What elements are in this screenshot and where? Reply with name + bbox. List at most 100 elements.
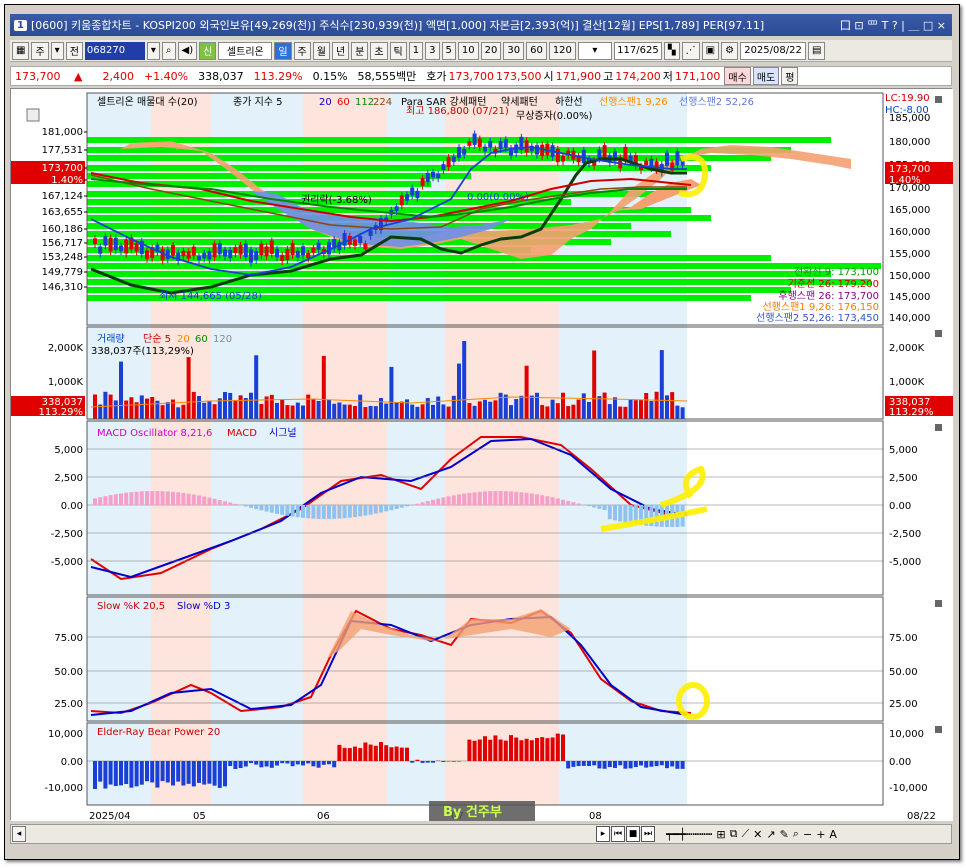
- macd-y-tick: -5,000: [51, 557, 83, 568]
- candle-body: [623, 146, 628, 161]
- stoch-legend-0: Slow %K 20,5: [97, 601, 165, 612]
- minute-1-button[interactable]: 1: [408, 41, 424, 60]
- candle-body: [358, 236, 363, 244]
- title-controls[interactable]: 囗 ⊡ 罒 T ? | ＿ □ ×: [840, 17, 952, 33]
- volume-bar: [316, 400, 321, 419]
- period-week-button[interactable]: 주: [293, 41, 311, 60]
- macd-y-tick-right: 5,000: [889, 445, 918, 456]
- macd-oscillator-bar: [462, 493, 467, 505]
- elder-bar: [238, 761, 243, 769]
- elder-bar: [301, 761, 305, 766]
- macd-oscillator-bar: [555, 498, 560, 505]
- average-button[interactable]: 평: [781, 67, 799, 85]
- macd-oscillator-bar: [540, 495, 545, 505]
- draw-line-icon[interactable]: ⟋: [741, 827, 749, 841]
- period-year-button[interactable]: 년: [331, 41, 350, 60]
- volume-bar: [290, 405, 295, 419]
- mode-stock-button[interactable]: 주: [31, 41, 49, 60]
- layout-icon[interactable]: ⊞: [716, 828, 725, 841]
- period-month-button[interactable]: 월: [312, 41, 330, 60]
- volume-bar: [587, 401, 591, 419]
- elder-bar: [332, 761, 337, 768]
- first-icon[interactable]: ⏮: [611, 826, 625, 842]
- minute-120-button[interactable]: 120: [548, 41, 576, 60]
- elder-bar: [191, 761, 196, 787]
- buy-button[interactable]: 매수: [724, 67, 751, 85]
- minute-3-button[interactable]: 3: [425, 41, 440, 60]
- plus-icon[interactable]: +: [816, 828, 825, 841]
- grid-icon[interactable]: ▦: [12, 41, 30, 60]
- elder-bar: [441, 761, 446, 763]
- save-icon[interactable]: ▣: [701, 41, 720, 60]
- chart-tool-icon[interactable]: ⋰: [681, 41, 700, 60]
- macd-oscillator-bar: [212, 498, 217, 505]
- candle-body: [498, 141, 503, 149]
- y-tick-right: 160,000: [889, 227, 930, 238]
- scroll-left-icon[interactable]: ◂: [12, 826, 26, 842]
- font-icon[interactable]: A: [829, 828, 837, 841]
- window-icon[interactable]: ⧉: [730, 827, 738, 841]
- calendar-icon[interactable]: ▤: [808, 41, 826, 60]
- pen-icon[interactable]: ✎: [780, 828, 789, 841]
- macd-oscillator-bar: [451, 495, 456, 505]
- minute-5-button[interactable]: 5: [441, 41, 456, 60]
- period-minute-button[interactable]: 분: [351, 41, 369, 60]
- candle-body: [368, 230, 373, 236]
- search-icon[interactable]: ⌕: [161, 41, 176, 60]
- mode-dropdown-icon[interactable]: ▾: [50, 41, 64, 60]
- y-tick-right: 165,000: [889, 205, 930, 216]
- indicator-icon[interactable]: ▚: [663, 41, 680, 60]
- volume-bar: [108, 394, 113, 419]
- chart-area[interactable]: 2,000K 2,000K 1,000K 1,000K 338,037 113.29% 33…: [10, 88, 953, 822]
- play-icon[interactable]: ▸: [596, 826, 610, 842]
- elder-bar: [373, 745, 378, 761]
- volume-bar: [659, 350, 664, 419]
- volume-bar: [207, 400, 212, 419]
- stop-icon[interactable]: ■: [626, 826, 640, 842]
- elder-bar: [337, 744, 342, 761]
- arrow-tool-icon[interactable]: ↗: [766, 828, 775, 841]
- candle-body: [597, 149, 602, 159]
- macd-oscillator-bar: [379, 505, 383, 513]
- zoom-slider[interactable]: ┯━┿┅┅┅┅: [666, 828, 712, 841]
- macd-oscillator-bar: [431, 499, 435, 505]
- elder-bar: [290, 761, 295, 767]
- minute-20-button[interactable]: 20: [480, 41, 502, 60]
- volume-bar: [639, 400, 643, 419]
- elder-bar: [342, 747, 347, 761]
- elder-bar: [264, 761, 269, 767]
- macd-oscillator-bar: [509, 491, 513, 505]
- volume-bar: [212, 404, 217, 419]
- minute-30-button[interactable]: 30: [503, 41, 525, 60]
- last-icon[interactable]: ⏭: [641, 826, 655, 842]
- elder-bar: [561, 734, 565, 761]
- cross-icon[interactable]: ✕: [753, 828, 762, 841]
- minus-icon[interactable]: −: [803, 828, 812, 841]
- elder-bar: [181, 761, 186, 786]
- volume-bar: [119, 361, 123, 419]
- volume-bar: [665, 395, 669, 419]
- vol-sub-label: 338,037주(113,29%): [91, 346, 194, 357]
- period-tick-button[interactable]: 틱: [389, 41, 407, 60]
- window-title: [0600] 키움종합차트 - KOSPI200 외국인보유[49,269(천)…: [30, 19, 765, 32]
- period-day-button[interactable]: 일: [274, 41, 292, 60]
- minute-10-button[interactable]: 10: [457, 41, 479, 60]
- speaker-icon[interactable]: ◀): [177, 41, 198, 60]
- sell-button[interactable]: 매도: [752, 67, 780, 85]
- x-label-2: 06: [317, 811, 330, 821]
- stoch-y-tick-right: 25.00: [889, 699, 918, 710]
- stock-code-input[interactable]: 068270: [84, 41, 145, 60]
- vol-legend-4: 120: [213, 334, 232, 345]
- date-field[interactable]: 2025/08/22: [740, 41, 807, 60]
- zoom-icon[interactable]: ⌕: [793, 827, 799, 841]
- mode-all-button[interactable]: 전: [65, 41, 83, 60]
- period-second-button[interactable]: 초: [370, 41, 388, 60]
- minute-60-button[interactable]: 60: [526, 41, 547, 60]
- volume-bar: [368, 405, 373, 419]
- custom-period-input[interactable]: ▾: [577, 41, 612, 60]
- elder-bar: [160, 761, 165, 782]
- code-dropdown-icon[interactable]: ▾: [146, 41, 160, 60]
- gear-icon[interactable]: ⚙: [721, 41, 739, 60]
- rights-drop-annotation: 권리락(-3.68%): [301, 194, 372, 206]
- chart-canvas[interactable]: 2,000K 2,000K1,000K 1,000K338,037113.29%33…: [11, 89, 953, 822]
